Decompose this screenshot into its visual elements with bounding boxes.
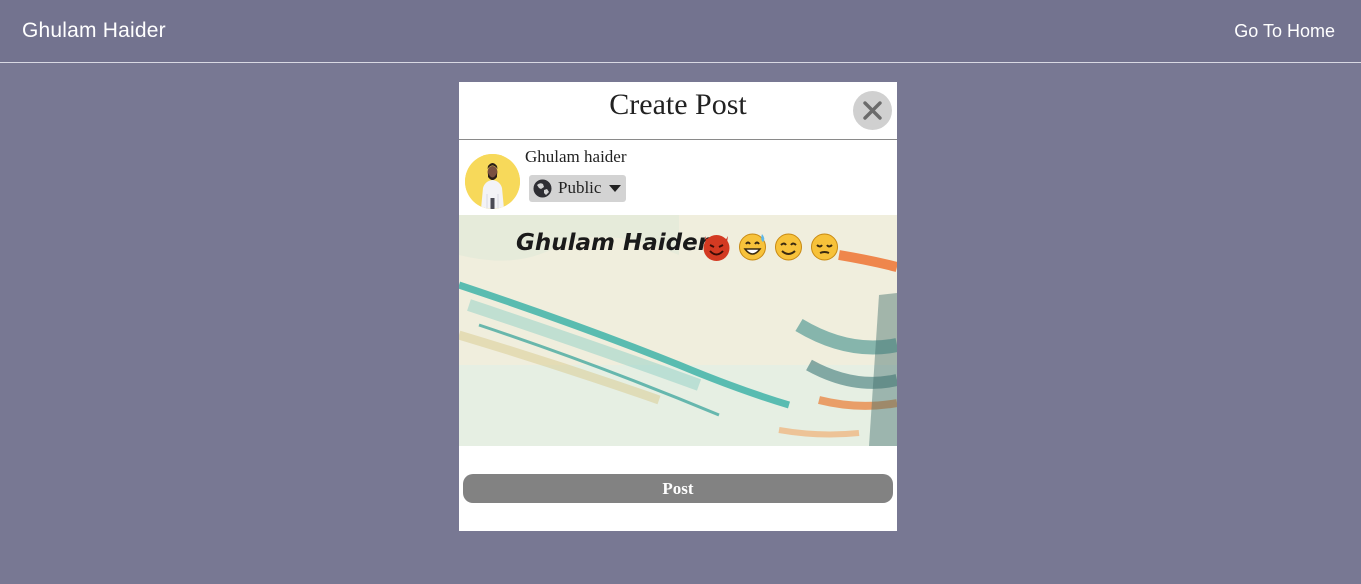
post-image: Ghulam Haider: [459, 215, 897, 446]
smiling-devil-emoji-icon: [700, 230, 733, 263]
author-name: Ghulam haider: [525, 147, 627, 166]
post-author-row: Ghulam haider Public: [459, 140, 897, 215]
grinning-sweat-emoji-icon: [736, 230, 769, 263]
modal-header: Create Post: [459, 82, 897, 140]
privacy-label: Public: [558, 178, 602, 197]
close-button[interactable]: [853, 91, 892, 130]
user-avatar-icon: [465, 154, 520, 209]
brand-name[interactable]: Ghulam Haider: [22, 19, 166, 43]
modal-title: Create Post: [609, 88, 747, 121]
avatar: [465, 154, 520, 209]
top-navbar: Ghulam Haider Go To Home: [0, 0, 1361, 63]
post-button[interactable]: Post: [463, 474, 893, 503]
caret-down-icon: [609, 185, 621, 192]
go-to-home-link[interactable]: Go To Home: [1234, 21, 1335, 42]
create-post-modal: Create Post Ghulam haider Public Ghulam …: [459, 82, 897, 531]
pensive-emoji-icon: [808, 230, 841, 263]
privacy-selector[interactable]: Public: [529, 175, 626, 202]
smiling-eyes-emoji-icon: [772, 230, 805, 263]
globe-icon: [533, 179, 552, 198]
post-image-caption: Ghulam Haider: [516, 230, 710, 256]
close-icon: [863, 101, 882, 120]
